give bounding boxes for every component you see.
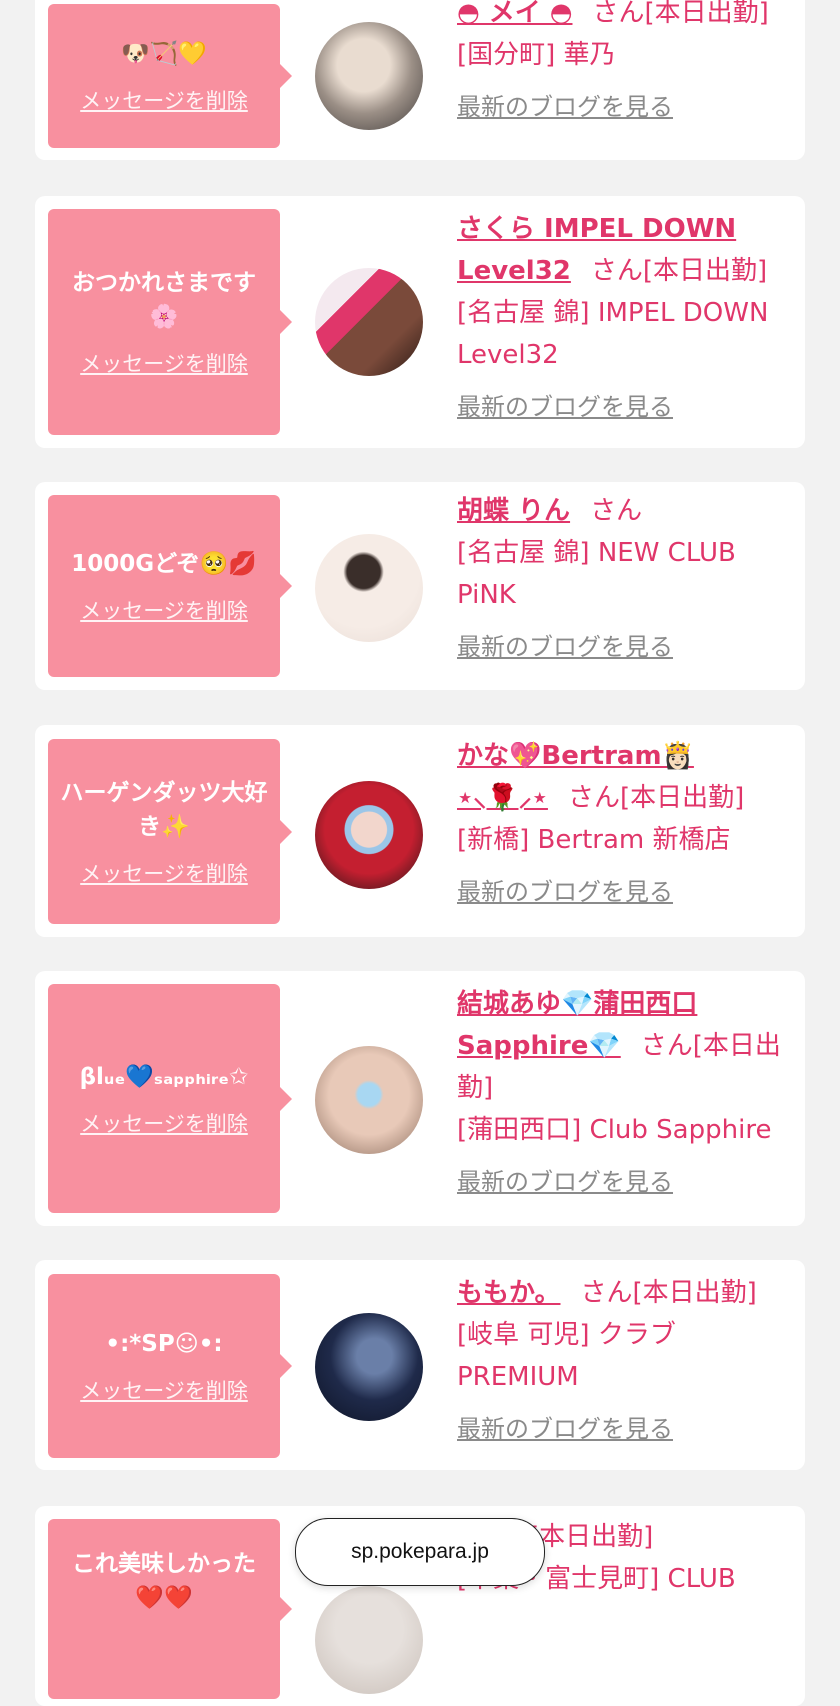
message-text: βlᵤₑ💙ₛₐₚₚₕᵢᵣₑ✩ bbox=[79, 1063, 249, 1090]
list-item: 1000Gどぞ🥺💋 メッセージを削除 胡蝶 りん さん [名古屋 錦] NEW C… bbox=[35, 482, 805, 690]
delete-message-link[interactable]: メッセージを削除 bbox=[80, 348, 248, 378]
message-bubble: ハーゲンダッツ大好き✨ メッセージを削除 bbox=[48, 739, 292, 924]
shop-location: [国分町] 華乃 bbox=[457, 40, 616, 70]
delete-message-link[interactable]: メッセージを削除 bbox=[80, 595, 248, 625]
message-text: ハーゲンダッツ大好き✨ bbox=[60, 779, 268, 840]
delete-message-link[interactable]: メッセージを削除 bbox=[80, 85, 248, 115]
latest-blog-link[interactable]: 最新のブログを見る bbox=[457, 386, 792, 428]
avatar[interactable] bbox=[315, 268, 423, 376]
delete-message-link[interactable]: メッセージを削除 bbox=[80, 1108, 248, 1138]
avatar[interactable] bbox=[315, 1586, 423, 1694]
list-item: おつかれさまです🌸 メッセージを削除 さくら IMPEL DOWN Level3… bbox=[35, 196, 805, 448]
girl-status: さん[本日出勤] bbox=[580, 1278, 757, 1308]
avatar[interactable] bbox=[315, 1313, 423, 1421]
message-bubble: βlᵤₑ💙ₛₐₚₚₕᵢᵣₑ✩ メッセージを削除 bbox=[48, 984, 292, 1213]
avatar[interactable] bbox=[315, 22, 423, 130]
list-item: 🐶🏹💛 メッセージを削除 ◓ メイ ◓ さん[本日出勤] [国分町] 華乃 最新の… bbox=[35, 0, 805, 160]
list-item: ハーゲンダッツ大好き✨ メッセージを削除 かな💖Bertram👸🏻 ⋆⸜🌹⸝⋆ さ… bbox=[35, 725, 805, 937]
girl-status: さん[本日出勤] bbox=[567, 783, 745, 813]
message-text: •:*SP☺︎•: bbox=[105, 1331, 223, 1357]
girl-status: さん[本日出勤] bbox=[592, 0, 769, 28]
shop-location: [蒲田西口] Club Sapphire bbox=[457, 1115, 772, 1145]
shop-location: [岐阜 可児] クラブ PREMIUM bbox=[457, 1320, 676, 1392]
latest-blog-link[interactable]: 最新のブログを見る bbox=[457, 1408, 792, 1450]
girl-name-link[interactable]: 胡蝶 りん bbox=[457, 496, 570, 526]
message-bubble: おつかれさまです🌸 メッセージを削除 bbox=[48, 209, 292, 435]
girl-status: さん[本日出勤] bbox=[590, 256, 768, 286]
url-bar[interactable]: sp.pokepara.jp bbox=[295, 1518, 545, 1586]
message-text: これ美味しかった❤️❤️ bbox=[72, 1551, 256, 1611]
shop-location: [新橋] Bertram 新橋店 bbox=[457, 825, 731, 855]
message-bubble: 🐶🏹💛 メッセージを削除 bbox=[48, 4, 292, 148]
shop-location: [名古屋 錦] NEW CLUB PiNK bbox=[457, 538, 736, 610]
latest-blog-link[interactable]: 最新のブログを見る bbox=[457, 626, 792, 668]
delete-message-link[interactable]: メッセージを削除 bbox=[80, 858, 248, 888]
shop-location: [名古屋 錦] IMPEL DOWN Level32 bbox=[457, 298, 769, 370]
message-bubble: これ美味しかった❤️❤️ bbox=[48, 1519, 292, 1699]
list-item: βlᵤₑ💙ₛₐₚₚₕᵢᵣₑ✩ メッセージを削除 結城あゆ💎蒲田西口Sapphir… bbox=[35, 971, 805, 1226]
latest-blog-link[interactable]: 最新のブログを見る bbox=[457, 871, 792, 913]
girl-status: さん bbox=[590, 496, 643, 526]
list-item: •:*SP☺︎•: メッセージを削除 ももか。 さん[本日出勤] [岐阜 可児] … bbox=[35, 1260, 805, 1470]
latest-blog-link[interactable]: 最新のブログを見る bbox=[457, 86, 792, 128]
message-text: おつかれさまです🌸 bbox=[72, 270, 256, 330]
girl-name-link[interactable]: ももか。 bbox=[457, 1278, 560, 1308]
girl-name-link[interactable]: ◓ メイ ◓ bbox=[457, 0, 572, 28]
message-bubble: 1000Gどぞ🥺💋 メッセージを削除 bbox=[48, 495, 292, 677]
avatar[interactable] bbox=[315, 781, 423, 889]
message-bubble: •:*SP☺︎•: メッセージを削除 bbox=[48, 1274, 292, 1458]
message-text: 1000Gどぞ🥺💋 bbox=[71, 551, 257, 577]
latest-blog-link[interactable]: 最新のブログを見る bbox=[457, 1161, 792, 1203]
delete-message-link[interactable]: メッセージを削除 bbox=[80, 1375, 248, 1405]
message-text: 🐶🏹💛 bbox=[121, 41, 207, 67]
avatar[interactable] bbox=[315, 1046, 423, 1154]
avatar[interactable] bbox=[315, 534, 423, 642]
